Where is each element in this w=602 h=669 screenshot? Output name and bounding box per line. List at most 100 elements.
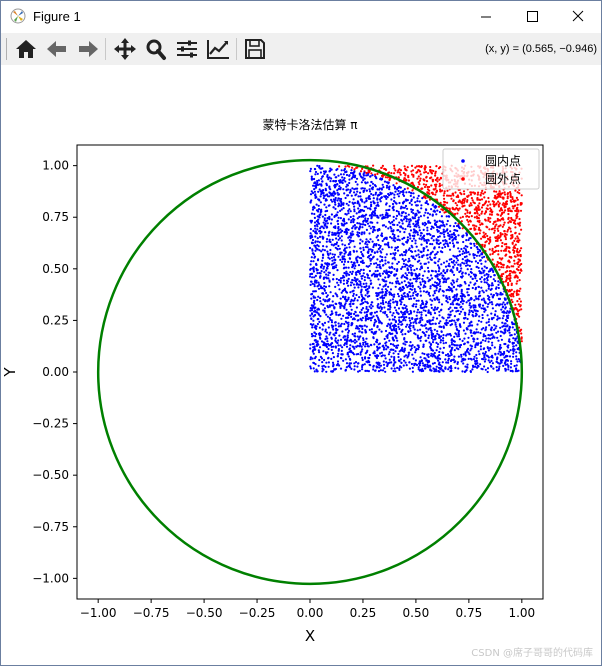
point-outside xyxy=(515,293,519,297)
point-inside xyxy=(399,225,402,228)
point-inside xyxy=(379,200,382,203)
point-inside xyxy=(421,331,424,334)
point-inside xyxy=(402,218,405,221)
point-inside xyxy=(414,359,417,362)
point-inside xyxy=(416,222,419,225)
point-inside xyxy=(335,213,338,216)
point-outside xyxy=(519,255,522,258)
point-inside xyxy=(313,307,316,310)
point-inside xyxy=(475,362,478,365)
point-inside xyxy=(332,295,335,298)
point-inside xyxy=(370,180,373,184)
point-outside xyxy=(508,207,511,210)
point-inside xyxy=(430,227,433,231)
point-inside xyxy=(319,201,322,204)
subplots-icon[interactable] xyxy=(174,37,200,61)
point-inside xyxy=(324,213,327,217)
point-inside xyxy=(352,294,355,297)
point-inside xyxy=(345,173,349,177)
point-inside xyxy=(348,181,351,185)
edit-axis-icon[interactable] xyxy=(205,37,231,61)
point-inside xyxy=(448,295,451,299)
point-inside xyxy=(490,293,493,296)
point-inside xyxy=(361,307,365,310)
point-inside xyxy=(353,297,357,300)
point-inside xyxy=(484,352,487,355)
point-inside xyxy=(397,355,400,359)
point-inside xyxy=(379,255,382,258)
point-inside xyxy=(447,277,450,280)
point-inside xyxy=(340,317,343,320)
point-inside xyxy=(384,262,387,265)
point-inside xyxy=(501,311,504,314)
point-inside xyxy=(442,339,445,342)
point-inside xyxy=(384,284,387,287)
point-inside xyxy=(509,349,512,352)
point-inside xyxy=(315,203,318,206)
point-inside xyxy=(390,246,393,249)
point-inside xyxy=(401,323,404,326)
point-inside xyxy=(376,273,379,277)
figure-canvas[interactable]: −1.00 −0.75 −0.50 −0.25 0.00 0.25 0.50 0.75 1.00… xyxy=(1,65,601,665)
point-inside xyxy=(314,194,317,197)
zoom-icon[interactable] xyxy=(143,37,169,61)
point-inside xyxy=(460,288,463,291)
point-inside xyxy=(449,306,452,309)
point-inside xyxy=(349,362,353,365)
point-inside xyxy=(368,305,371,308)
point-inside xyxy=(515,358,518,361)
pan-icon[interactable] xyxy=(112,37,138,61)
point-inside xyxy=(383,296,386,299)
back-arrow-icon[interactable] xyxy=(44,37,70,61)
point-inside xyxy=(332,356,335,359)
point-inside xyxy=(503,303,507,306)
point-inside xyxy=(488,301,491,304)
point-inside xyxy=(463,251,466,255)
save-icon[interactable] xyxy=(242,37,268,61)
point-inside xyxy=(310,280,313,283)
point-outside xyxy=(482,231,485,234)
point-inside xyxy=(414,250,417,253)
point-inside xyxy=(396,346,399,349)
point-outside xyxy=(439,176,442,179)
point-inside xyxy=(356,187,359,190)
point-inside xyxy=(485,321,488,324)
point-inside xyxy=(341,219,344,222)
point-inside xyxy=(391,324,395,327)
point-inside xyxy=(350,281,354,284)
point-outside xyxy=(434,174,437,177)
point-inside xyxy=(326,222,329,225)
point-inside xyxy=(435,221,438,224)
point-inside xyxy=(338,334,341,337)
point-inside xyxy=(339,217,342,220)
point-inside xyxy=(392,359,396,362)
point-inside xyxy=(346,334,349,337)
point-inside xyxy=(309,314,312,317)
point-inside xyxy=(339,204,343,207)
point-inside xyxy=(418,229,421,232)
point-outside xyxy=(495,263,498,267)
point-inside xyxy=(385,202,388,205)
point-inside xyxy=(388,205,391,208)
point-inside xyxy=(321,215,324,218)
point-inside xyxy=(423,324,426,327)
point-inside xyxy=(406,207,409,210)
point-inside xyxy=(414,290,417,293)
point-inside xyxy=(445,289,448,292)
forward-arrow-icon[interactable] xyxy=(75,37,101,61)
point-inside xyxy=(476,364,480,367)
point-inside xyxy=(344,250,347,253)
point-inside xyxy=(361,187,364,190)
point-inside xyxy=(476,261,480,265)
point-inside xyxy=(345,170,348,173)
close-icon[interactable] xyxy=(555,1,601,33)
home-icon[interactable] xyxy=(13,37,39,61)
minimize-icon[interactable] xyxy=(463,1,509,33)
maximize-icon[interactable] xyxy=(509,1,555,33)
point-inside xyxy=(327,298,330,302)
point-inside xyxy=(331,361,335,364)
point-inside xyxy=(327,326,330,329)
point-inside xyxy=(446,219,449,223)
point-inside xyxy=(361,363,364,366)
point-inside xyxy=(317,312,320,315)
